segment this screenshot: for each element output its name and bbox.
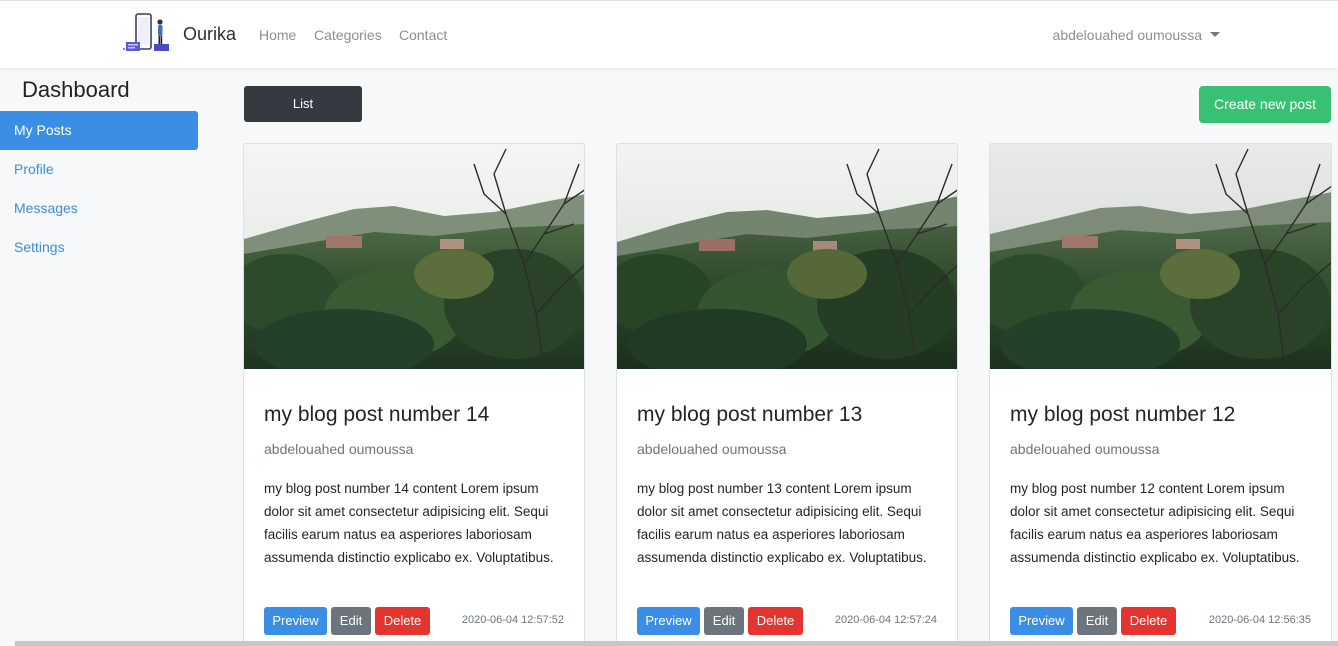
post-image[interactable] [244, 144, 585, 369]
nav-link-contact[interactable]: Contact [399, 27, 447, 43]
post-card: my blog post number 12 abdelouahed oumou… [989, 143, 1332, 646]
top-navbar: Ourika Home Categories Contact abdelouah… [0, 0, 1338, 68]
delete-button[interactable]: Delete [375, 607, 430, 635]
preview-button[interactable]: Preview [637, 607, 700, 635]
sidebar-item-my-posts[interactable]: My Posts [0, 111, 198, 150]
post-date: 2020-06-04 12:56:35 [1208, 614, 1311, 626]
brand-name[interactable]: Ourika [183, 24, 236, 45]
post-date: 2020-06-04 12:57:24 [834, 614, 937, 626]
phone-figure-logo-icon[interactable] [122, 13, 172, 55]
horizontal-scrollbar[interactable] [15, 641, 1338, 646]
edit-button[interactable]: Edit [704, 607, 744, 635]
post-author: abdelouahed oumoussa [1010, 441, 1160, 457]
preview-button[interactable]: Preview [264, 607, 327, 635]
sidebar-item-messages[interactable]: Messages [0, 189, 198, 228]
user-dropdown[interactable]: abdelouahed oumoussa [1053, 27, 1220, 43]
create-new-post-button[interactable]: Create new post [1199, 86, 1331, 123]
post-card: my blog post number 13 abdelouahed oumou… [616, 143, 958, 646]
nav-link-categories[interactable]: Categories [314, 27, 382, 43]
post-content: my blog post number 12 content Lorem ips… [1010, 481, 1300, 565]
edit-button[interactable]: Edit [331, 607, 371, 635]
sidebar-item-profile[interactable]: Profile [0, 150, 198, 189]
post-title: my blog post number 13 [637, 403, 863, 426]
post-title: my blog post number 12 [1010, 403, 1236, 426]
delete-button[interactable]: Delete [1121, 607, 1176, 635]
post-image[interactable] [617, 144, 958, 369]
post-content: my blog post number 14 content Lorem ips… [264, 481, 554, 565]
delete-button[interactable]: Delete [748, 607, 803, 635]
post-content: my blog post number 13 content Lorem ips… [637, 481, 927, 565]
post-image[interactable] [990, 144, 1332, 369]
nav-link-home[interactable]: Home [259, 27, 296, 43]
sidebar-title: Dashboard [22, 77, 130, 102]
post-title: my blog post number 14 [264, 403, 490, 426]
sidebar-item-settings[interactable]: Settings [0, 228, 198, 267]
post-date: 2020-06-04 12:57:52 [461, 614, 564, 626]
user-name: abdelouahed oumoussa [1052, 27, 1202, 43]
post-author: abdelouahed oumoussa [264, 441, 414, 457]
list-button[interactable]: List [244, 86, 362, 122]
edit-button[interactable]: Edit [1077, 607, 1117, 635]
post-card: my blog post number 14 abdelouahed oumou… [243, 143, 585, 646]
sidebar: Dashboard My Posts Profile Messages Sett… [0, 68, 200, 646]
caret-down-icon [1210, 31, 1220, 37]
post-author: abdelouahed oumoussa [637, 441, 787, 457]
preview-button[interactable]: Preview [1010, 607, 1073, 635]
